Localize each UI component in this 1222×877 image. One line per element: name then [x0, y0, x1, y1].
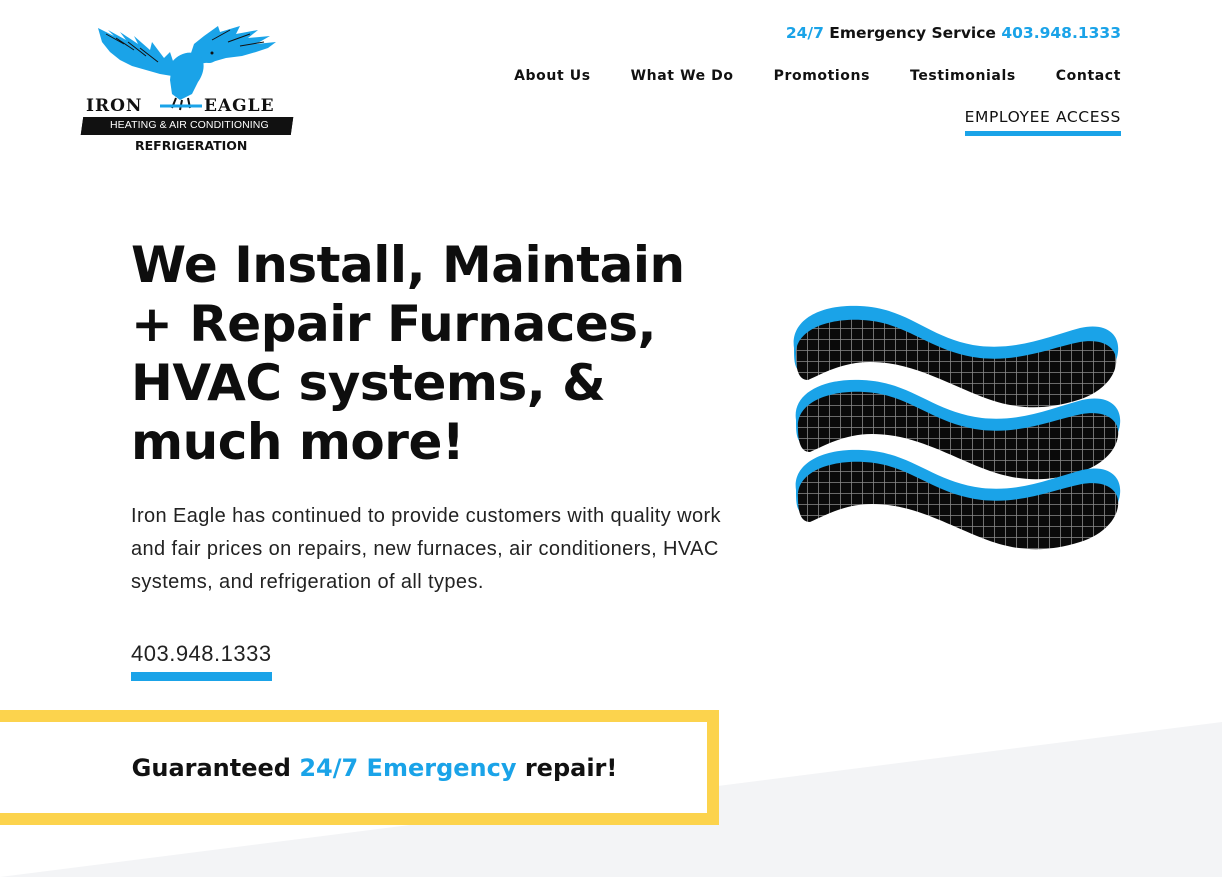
nav-item-about-us[interactable]: About Us [514, 68, 591, 84]
emergency-24-7: 24/7 [785, 24, 824, 42]
hero-phone-link[interactable]: 403.948.1333 [131, 641, 272, 681]
company-logo[interactable]: IRON EAGLE HEATING & AIR CONDITIONING RE… [80, 22, 296, 157]
main-nav: About Us What We Do Promotions Testimoni… [514, 68, 1121, 84]
hero-description: Iron Eagle has continued to provide cust… [131, 505, 721, 593]
logo-word-iron: IRON [86, 96, 143, 116]
nav-item-promotions[interactable]: Promotions [774, 68, 870, 84]
logo-word-eagle: EAGLE [204, 96, 275, 116]
emergency-service-line: 24/7 Emergency Service 403.948.1333 [786, 24, 1121, 42]
logo-band-text: HEATING & AIR CONDITIONING [110, 119, 269, 131]
nav-item-contact[interactable]: Contact [1056, 68, 1121, 84]
guarantee-banner: Guaranteed 24/7 Emergency repair! [0, 710, 719, 825]
guarantee-text: Guaranteed 24/7 Emergency repair! [132, 754, 618, 782]
logo-subtext: REFRIGERATION [135, 138, 248, 153]
air-waves-icon [793, 305, 1121, 550]
eagle-icon [98, 26, 276, 111]
hero-headline: We Install, Maintain + Repair Furnaces, … [131, 236, 685, 471]
guarantee-before: Guaranteed [131, 753, 291, 782]
nav-item-testimonials[interactable]: Testimonials [910, 68, 1016, 84]
emergency-phone-link[interactable]: 403.948.1333 [1001, 24, 1121, 42]
guarantee-highlight: 24/7 Emergency [299, 753, 517, 782]
employee-access-link[interactable]: EMPLOYEE ACCESS [964, 108, 1121, 136]
nav-item-what-we-do[interactable]: What We Do [631, 68, 734, 84]
emergency-label: Emergency Service [829, 24, 996, 42]
guarantee-after: repair! [524, 753, 618, 782]
